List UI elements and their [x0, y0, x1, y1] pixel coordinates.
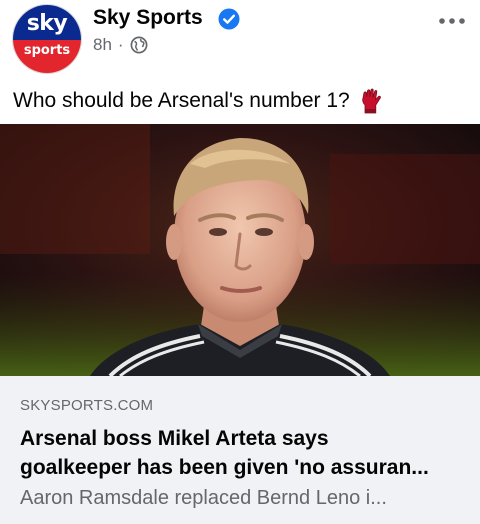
- player-portrait-illustration: [0, 124, 480, 376]
- post-caption: Who should be Arsenal's number 1?: [13, 87, 386, 115]
- caption-text: Who should be Arsenal's number 1?: [13, 89, 350, 112]
- link-preview-card[interactable]: SKYSPORTS.COM Arsenal boss Mikel Arteta …: [0, 376, 480, 524]
- post-timestamp[interactable]: 8h: [93, 35, 112, 55]
- verified-badge-icon: [218, 8, 240, 30]
- post-photo[interactable]: [0, 124, 480, 376]
- goalkeeper-glove-icon: [361, 88, 381, 114]
- globe-icon[interactable]: [130, 36, 148, 54]
- avatar-brand-bottom: sports: [23, 43, 71, 58]
- link-description: Aaron Ramsdale replaced Bernd Leno i...: [20, 487, 387, 509]
- link-title[interactable]: Arsenal boss Mikel Arteta says goalkeepe…: [20, 424, 465, 482]
- link-title-line-1: Arsenal boss Mikel Arteta says: [20, 427, 329, 450]
- meta-separator: ·: [117, 35, 124, 54]
- post-header: sky sports Sky Sports 8h ·: [0, 0, 480, 80]
- page-name[interactable]: Sky Sports: [93, 6, 203, 30]
- link-title-line-2: goalkeeper has been given 'no assuran...: [20, 456, 429, 479]
- link-domain: SKYSPORTS.COM: [20, 397, 154, 414]
- more-options-icon[interactable]: [437, 10, 467, 32]
- page-avatar[interactable]: sky sports: [12, 4, 82, 74]
- avatar-brand-top: sky: [26, 11, 68, 36]
- post-meta: 8h ·: [93, 35, 148, 55]
